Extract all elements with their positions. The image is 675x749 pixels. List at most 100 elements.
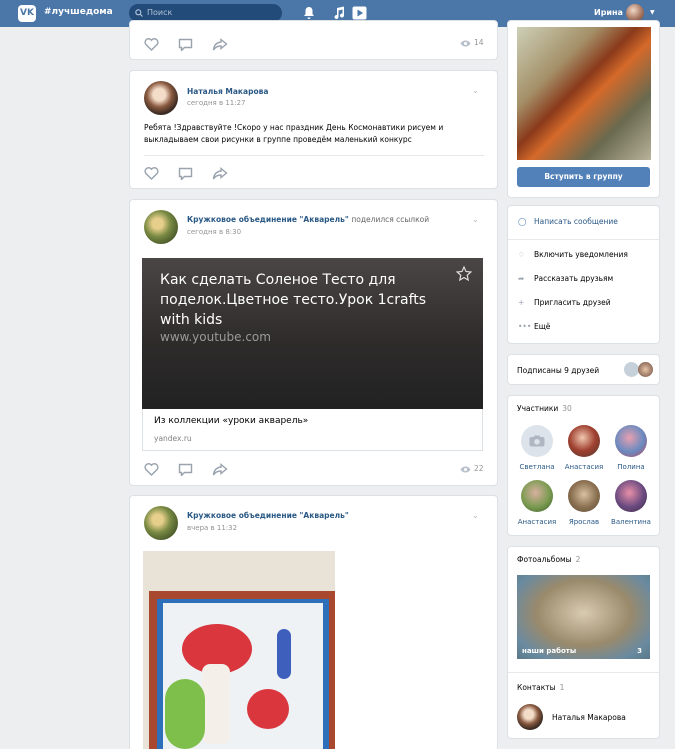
album-name: наши работы [522,647,577,655]
search-icon [135,9,143,17]
menu-label: Ещё [534,322,551,331]
mushroom-stem [202,664,230,744]
menu-write-message[interactable]: ◯ Написать сообщение [518,217,618,226]
member-avatar[interactable] [521,425,553,457]
member-name[interactable]: Ярослав [559,518,609,526]
join-group-button[interactable]: Вступить в группу [517,167,650,187]
contacts-title[interactable]: Контакты 1 [517,683,564,692]
members-title-text: Участники [517,404,559,413]
post-card-partial: 14 [129,20,498,60]
site-title[interactable]: #лучшедома [44,7,113,17]
chevron-down-icon[interactable]: ⌄ [472,86,479,95]
album-photo-count: 3 [637,647,642,655]
comment-icon[interactable] [178,38,193,51]
like-icon[interactable] [144,463,159,476]
vk-logo[interactable]: VK [18,5,36,22]
share-icon[interactable] [212,167,228,180]
views-counter: 14 [460,38,484,47]
album-thumbnail[interactable]: наши работы 3 [517,575,650,659]
views-counter: 22 [460,464,484,473]
more-icon: ••• [518,322,532,331]
menu-tell-friends[interactable]: ➦ Рассказать друзьям [518,274,613,283]
post-card: Наталья Макарова сегодня в 11:27 ⌄ Ребят… [129,70,498,189]
friends-subscribed-label: Подписаны 9 друзей [517,366,600,375]
add-user-icon: + [518,298,525,307]
eye-icon [460,40,471,46]
menu-notifications[interactable]: ♢ Включить уведомления [518,250,628,259]
link-footer[interactable]: Из коллекции «уроки акварель» yandex.ru [142,409,483,451]
friends-subscribed-card[interactable]: Подписаны 9 друзей [507,354,660,385]
comment-icon[interactable] [178,463,193,476]
contact-avatar[interactable] [517,704,543,730]
message-icon: ◯ [518,217,527,226]
share-icon: ➦ [518,274,525,283]
member-name[interactable]: Светлана [512,463,562,471]
like-icon[interactable] [144,38,159,51]
comment-icon[interactable] [178,167,193,180]
link-preview-video[interactable]: Как сделать Соленое Тесто для поделок.Цв… [142,258,483,409]
views-count: 14 [474,38,484,47]
member-name[interactable]: Анастасия [559,463,609,471]
chevron-down-icon[interactable]: ⌄ [472,215,479,224]
albums-count: 2 [575,555,581,564]
members-title[interactable]: Участники 30 [517,404,572,413]
member-avatar[interactable] [615,480,647,512]
menu-label: Рассказать друзьям [534,274,614,283]
divider [144,155,484,156]
post-time[interactable]: сегодня в 8:30 [187,228,241,236]
chevron-down-icon[interactable]: ▼ [650,9,655,16]
divider [508,672,659,673]
contact-name[interactable]: Наталья Макарова [552,713,626,722]
contacts-count: 1 [559,683,565,692]
like-icon[interactable] [144,167,159,180]
contacts-title-text: Контакты [517,683,556,692]
link-title[interactable]: Как сделать Соленое Тесто для поделок.Цв… [160,270,460,330]
post-time[interactable]: сегодня в 11:27 [187,99,246,107]
members-count: 30 [562,404,572,413]
albums-title[interactable]: Фотоальбомы 2 [517,555,580,564]
menu-more[interactable]: ••• Ещё [518,322,550,331]
star-icon[interactable] [456,266,472,281]
member-avatar[interactable] [568,425,600,457]
member-avatar[interactable] [568,480,600,512]
chevron-down-icon[interactable]: ⌄ [472,511,479,520]
link-domain: yandex.ru [154,434,192,443]
author-name[interactable]: Кружковое объединение "Акварель" поделил… [187,215,429,224]
menu-label: Написать сообщение [534,217,618,226]
post-time[interactable]: вчера в 11:32 [187,524,237,532]
shared-label: поделился ссылкой [351,215,430,224]
albums-title-text: Фотоальбомы [517,555,572,564]
author-name-text[interactable]: Кружковое объединение "Акварель" [187,215,349,224]
author-name[interactable]: Наталья Макарова [187,87,268,96]
author-avatar[interactable] [144,81,178,115]
share-icon[interactable] [212,38,228,51]
friend-avatar [624,362,639,377]
author-avatar[interactable] [144,506,178,540]
member-name[interactable]: Полина [606,463,656,471]
friend-avatar [638,362,653,377]
post-text: Ребята !Здравствуйте !Скоро у нас праздн… [144,123,444,144]
camera-icon [529,435,545,447]
member-avatar[interactable] [521,480,553,512]
user-name[interactable]: Ирина [594,8,623,17]
link-url: www.youtube.com [160,330,271,344]
collection-caption[interactable]: Из коллекции «уроки акварель» [154,416,308,426]
bell-icon[interactable] [303,6,315,20]
menu-invite-friends[interactable]: + Пригласить друзей [518,298,611,307]
views-count: 22 [474,464,484,473]
share-icon[interactable] [212,463,228,476]
post-photo[interactable] [143,551,335,749]
bell-icon: ♢ [518,250,525,259]
member-name[interactable]: Валентина [606,518,656,526]
member-name[interactable]: Анастасия [512,518,562,526]
music-icon[interactable] [333,6,345,20]
divider [508,239,659,240]
bluebell [277,629,291,679]
play-icon[interactable] [352,6,367,20]
group-cover-image[interactable] [517,27,651,160]
author-avatar[interactable] [144,210,178,244]
member-avatar[interactable] [615,425,647,457]
members-card: Участники 30 Светлана Анастасия Полина Ан… [507,395,660,536]
author-name[interactable]: Кружковое объединение "Акварель" [187,511,349,520]
menu-label: Включить уведомления [534,250,628,259]
